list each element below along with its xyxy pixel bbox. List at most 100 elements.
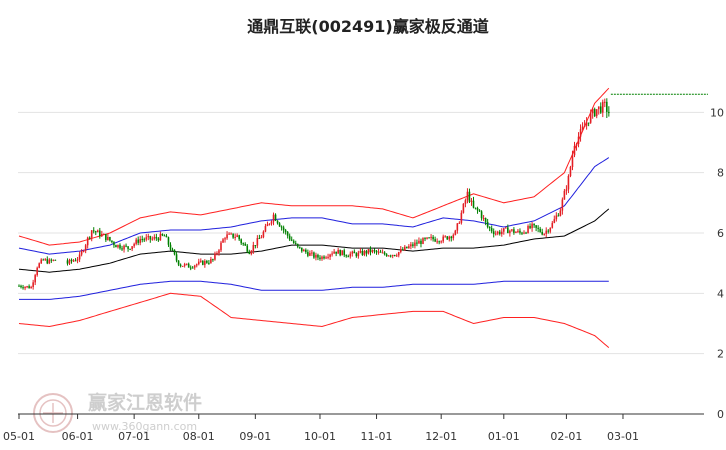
- candle-down: [539, 228, 541, 232]
- candle-down: [406, 246, 408, 249]
- candle-down: [339, 250, 341, 256]
- candle-down: [492, 231, 495, 235]
- x-tick-label: 08-01: [183, 430, 215, 443]
- candle-down: [127, 246, 129, 249]
- candle-down: [119, 244, 121, 249]
- candle-up: [224, 238, 226, 240]
- candle-up: [575, 144, 578, 146]
- candle-up: [151, 238, 154, 240]
- watermark: 赢家江恩软件 www.360gann.com: [33, 391, 202, 433]
- candle-up: [601, 101, 604, 113]
- candle-down: [319, 257, 321, 259]
- candle-up: [387, 255, 390, 257]
- candle-up: [34, 275, 36, 283]
- watermark-logo-icon: [33, 393, 73, 433]
- candle-down: [606, 101, 608, 112]
- candle-down: [446, 236, 449, 240]
- candle-down: [383, 252, 386, 255]
- candle-down: [428, 237, 430, 239]
- lower-mid-band: [19, 280, 609, 300]
- candle-up: [44, 259, 47, 261]
- candle-down: [476, 208, 479, 211]
- candle-down: [254, 245, 257, 247]
- candle-down: [375, 250, 378, 253]
- candle-up: [573, 145, 576, 156]
- candle-up: [135, 239, 137, 244]
- candle-down: [157, 238, 160, 241]
- candle-down: [282, 227, 285, 231]
- candle-up: [159, 233, 162, 241]
- candle-down: [189, 267, 192, 269]
- x-tick-label: 05-01: [3, 430, 35, 443]
- candle-up: [569, 166, 572, 177]
- candle-up: [549, 227, 552, 232]
- x-tick-label: 07-01: [118, 430, 150, 443]
- candle-up: [577, 136, 580, 145]
- candle-down: [541, 231, 543, 235]
- y-tick-label: 6: [717, 227, 724, 240]
- candle-up: [325, 257, 327, 259]
- candle-up: [256, 238, 259, 246]
- candle-down: [535, 225, 537, 228]
- candle-down: [20, 285, 22, 288]
- candle-up: [222, 239, 224, 243]
- candle-down: [288, 235, 291, 240]
- candle-up: [466, 191, 469, 201]
- candle-up: [460, 212, 463, 223]
- candle-down: [416, 242, 418, 244]
- candle-up: [270, 221, 273, 224]
- candle-down: [274, 214, 277, 221]
- candle-down: [484, 217, 487, 222]
- candle-down: [537, 227, 539, 229]
- candle-up: [147, 236, 150, 238]
- candle-up: [351, 251, 354, 254]
- candle-down: [175, 254, 178, 261]
- candle-up: [496, 231, 499, 234]
- candle-down: [171, 249, 174, 251]
- candle-down: [385, 254, 388, 257]
- candle-down: [169, 244, 172, 250]
- candle-up: [440, 241, 442, 243]
- candle-down: [276, 220, 279, 224]
- candle-up: [107, 236, 109, 241]
- candle-up: [218, 250, 220, 254]
- candle-up: [80, 251, 83, 255]
- candle-up: [408, 246, 410, 249]
- chart-title: 通鼎互联(002491)赢家极反通道: [247, 17, 488, 36]
- candle-down: [343, 250, 346, 256]
- candle-up: [422, 238, 424, 244]
- candle-down: [242, 243, 245, 245]
- candle-up: [341, 250, 343, 256]
- candle-down: [393, 255, 396, 257]
- candle-up: [454, 230, 457, 235]
- candle-up: [216, 253, 218, 255]
- candle-up: [101, 233, 103, 237]
- candle-up: [52, 259, 55, 261]
- candle-down: [286, 231, 289, 236]
- candle-down: [432, 236, 434, 240]
- candle-up: [604, 101, 606, 103]
- candle-down: [163, 235, 166, 237]
- candle-up: [78, 254, 81, 260]
- candle-up: [458, 222, 461, 224]
- candle-up: [228, 233, 230, 235]
- x-tick-label: 09-01: [239, 430, 271, 443]
- candle-down: [486, 221, 489, 227]
- candle-down: [88, 237, 91, 239]
- y-tick-label: 10: [710, 106, 724, 119]
- candle-up: [567, 176, 570, 190]
- candle-up: [72, 260, 75, 262]
- candle-down: [525, 232, 527, 234]
- candle-down: [28, 286, 30, 289]
- candle-up: [349, 253, 352, 257]
- candle-down: [161, 233, 164, 236]
- candle-down: [533, 223, 535, 226]
- candle-up: [391, 255, 394, 257]
- candle-up: [359, 250, 362, 253]
- candle-up: [321, 256, 323, 259]
- candle-up: [40, 259, 43, 264]
- candle-down: [587, 122, 590, 124]
- candle-down: [438, 241, 440, 243]
- candle-down: [547, 230, 550, 232]
- candle-up: [565, 189, 568, 191]
